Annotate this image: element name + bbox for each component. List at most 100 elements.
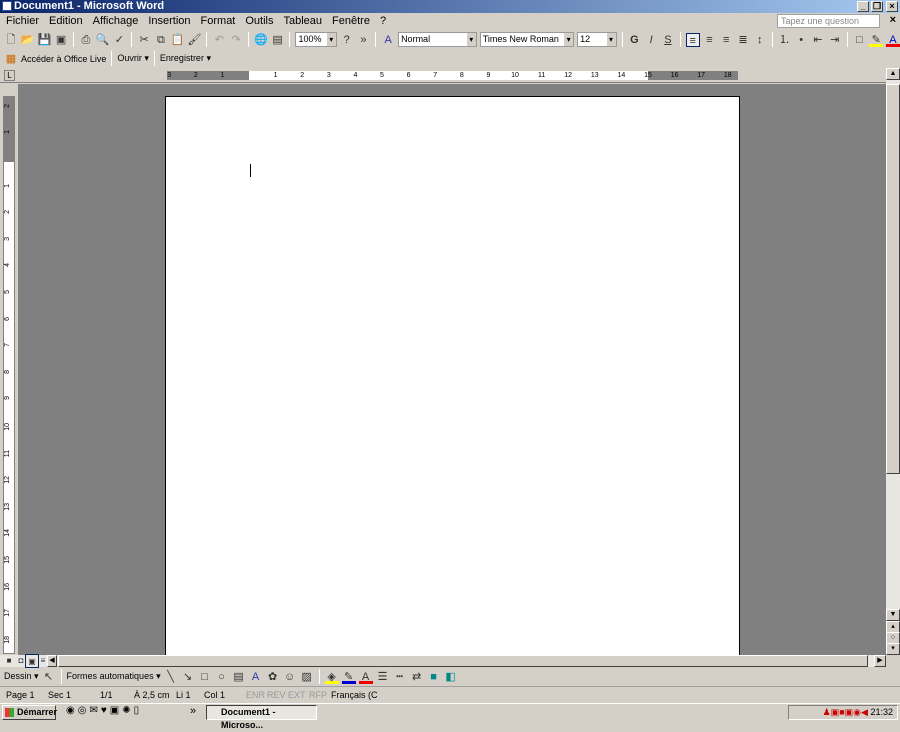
menu-outils[interactable]: Outils bbox=[245, 13, 273, 30]
arrow-icon[interactable]: ↘ bbox=[181, 670, 195, 684]
next-page-button[interactable]: ▾ bbox=[886, 643, 900, 655]
show-more-icon[interactable]: » bbox=[190, 705, 196, 717]
taskbar-word-document[interactable]: Document1 - Microso... bbox=[206, 705, 317, 730]
format-painter-icon[interactable]: 🖌 bbox=[188, 33, 202, 47]
horizontal-ruler[interactable]: L 3 2 1 1 2 3 4 5 6 7 8 9 10 11 12 13 14 15 16 17 18 bbox=[0, 68, 886, 83]
table-icon[interactable]: ▤ bbox=[271, 33, 285, 47]
align-right-icon[interactable]: ≡ bbox=[719, 33, 733, 47]
font-color-icon[interactable]: A bbox=[886, 33, 900, 47]
vertical-scrollbar[interactable]: ▲ ▼ ▴ ○ ▾ bbox=[886, 68, 900, 655]
scroll-right-button[interactable]: ▶ bbox=[874, 655, 886, 667]
minimize-button[interactable]: _ bbox=[857, 1, 869, 12]
spelling-icon[interactable]: ✓ bbox=[113, 33, 127, 47]
permission-icon[interactable]: ▣ bbox=[54, 33, 68, 47]
save-icon[interactable]: 💾 bbox=[38, 33, 52, 47]
close-document-button[interactable]: × bbox=[890, 14, 896, 26]
status-position: À 2,5 cm bbox=[134, 689, 170, 700]
menu-insertion[interactable]: Insertion bbox=[148, 13, 190, 30]
menu-fenetre[interactable]: Fenêtre bbox=[332, 13, 370, 30]
status-ext[interactable]: EXT bbox=[288, 690, 309, 700]
font-combo[interactable]: Times New Roman bbox=[479, 32, 575, 47]
numbering-icon[interactable]: ⒈ bbox=[778, 33, 792, 47]
menu-affichage[interactable]: Affichage bbox=[93, 13, 139, 30]
3d-icon[interactable]: ◧ bbox=[444, 670, 458, 684]
open-icon[interactable]: 📂 bbox=[21, 33, 35, 47]
autoshapes-button[interactable]: Formes automatiques ▾ bbox=[67, 671, 161, 682]
new-icon[interactable]: 🗋 bbox=[4, 33, 18, 47]
status-rev[interactable]: REV bbox=[267, 690, 288, 700]
align-left-icon[interactable]: ≡ bbox=[685, 32, 700, 47]
zoom-combo[interactable]: 100% bbox=[295, 32, 337, 47]
vertical-ruler[interactable]: 2 1 1 2 3 4 5 6 7 8 9 10 11 12 13 14 15 16 17 18 bbox=[3, 96, 15, 654]
draw-menu-button[interactable]: Dessin ▾ bbox=[4, 671, 39, 682]
underline-button[interactable]: S bbox=[661, 33, 675, 47]
fill-color-icon[interactable]: ◈ bbox=[324, 670, 339, 684]
bold-button[interactable]: G bbox=[628, 33, 642, 47]
document-page[interactable] bbox=[165, 96, 740, 655]
restore-button[interactable]: ❐ bbox=[871, 1, 883, 12]
more-buttons-icon[interactable]: » bbox=[357, 33, 371, 47]
dash-style-icon[interactable]: ┅ bbox=[393, 670, 407, 684]
style-combo[interactable]: Normal bbox=[398, 32, 477, 47]
font-color-draw-icon[interactable]: A bbox=[358, 670, 373, 684]
paste-icon[interactable]: 📋 bbox=[171, 33, 185, 47]
shadow-icon[interactable]: ■ bbox=[427, 670, 441, 684]
line-color-icon[interactable]: ✎ bbox=[341, 670, 356, 684]
quick-launch[interactable]: ◉◎✉♥▣✺▯ bbox=[66, 705, 142, 716]
office-live-access-button[interactable]: Accéder à Office Live bbox=[21, 54, 106, 64]
increase-indent-icon[interactable]: ⇥ bbox=[828, 33, 842, 47]
line-icon[interactable]: ╲ bbox=[164, 670, 178, 684]
redo-icon[interactable]: ↷ bbox=[229, 33, 243, 47]
border-icon[interactable]: □ bbox=[853, 33, 867, 47]
font-size-combo[interactable]: 12 bbox=[577, 32, 617, 47]
ruler-number: 17 bbox=[697, 72, 706, 79]
undo-icon[interactable]: ↶ bbox=[212, 33, 226, 47]
ask-question-input[interactable]: Tapez une question bbox=[777, 14, 880, 28]
line-spacing-icon[interactable]: ↕ bbox=[753, 33, 767, 47]
menu-format[interactable]: Format bbox=[201, 13, 236, 30]
start-button[interactable]: Démarrer bbox=[2, 705, 57, 720]
horizontal-scrollbar[interactable]: ■ ◘ ▣ ≡ ◀ ▶ bbox=[0, 654, 886, 668]
menu-edition[interactable]: Edition bbox=[49, 13, 83, 30]
horizontal-scroll-thumb[interactable] bbox=[58, 655, 868, 667]
diagram-icon[interactable]: ✿ bbox=[266, 670, 280, 684]
arrow-style-icon[interactable]: ⇄ bbox=[410, 670, 424, 684]
ruler-number: 3 bbox=[167, 72, 172, 79]
textbox-icon[interactable]: ▤ bbox=[232, 670, 246, 684]
status-rfp[interactable]: RFP bbox=[309, 690, 331, 700]
hyperlink-icon[interactable]: 🌐 bbox=[254, 33, 268, 47]
rectangle-icon[interactable]: □ bbox=[198, 670, 212, 684]
line-style-icon[interactable]: ☰ bbox=[376, 670, 390, 684]
highlight-icon[interactable]: ✎ bbox=[869, 33, 884, 47]
decrease-indent-icon[interactable]: ⇤ bbox=[811, 33, 825, 47]
menu-tableau[interactable]: Tableau bbox=[284, 13, 323, 30]
scroll-down-button[interactable]: ▼ bbox=[886, 609, 900, 621]
print-preview-icon[interactable]: 🔍 bbox=[96, 33, 110, 47]
clipart-icon[interactable]: ☺ bbox=[283, 670, 297, 684]
scroll-thumb[interactable] bbox=[886, 84, 900, 474]
quick-launch-icon[interactable]: ◉◎✉♥▣✺▯ bbox=[66, 705, 142, 716]
menu-fichier[interactable]: Fichier bbox=[6, 13, 39, 30]
open-menu-button[interactable]: Ouvrir ▾ bbox=[117, 53, 149, 64]
cut-icon[interactable]: ✂ bbox=[137, 33, 151, 47]
select-objects-icon[interactable]: ↖ bbox=[42, 670, 56, 684]
copy-icon[interactable]: ⧉ bbox=[154, 33, 168, 47]
menu-help[interactable]: ? bbox=[380, 13, 386, 30]
bullets-icon[interactable]: • bbox=[794, 33, 808, 47]
scroll-up-button[interactable]: ▲ bbox=[886, 68, 900, 80]
help-icon[interactable]: ? bbox=[340, 33, 354, 47]
oval-icon[interactable]: ○ bbox=[215, 670, 229, 684]
print-icon[interactable]: ⎙ bbox=[79, 33, 93, 47]
status-enr[interactable]: ENR bbox=[246, 690, 267, 700]
tab-selector[interactable]: L bbox=[4, 70, 15, 81]
wordart-icon[interactable]: A bbox=[249, 670, 263, 684]
align-center-icon[interactable]: ≡ bbox=[703, 33, 717, 47]
justify-icon[interactable]: ≣ bbox=[736, 33, 750, 47]
tray-icons[interactable]: ♟▣■▣◉◀ bbox=[823, 707, 871, 717]
italic-button[interactable]: I bbox=[644, 33, 658, 47]
picture-icon[interactable]: ▨ bbox=[300, 670, 314, 684]
styles-icon[interactable]: A bbox=[381, 33, 395, 47]
close-button[interactable]: × bbox=[886, 1, 898, 12]
scroll-left-button[interactable]: ◀ bbox=[47, 655, 57, 667]
save-menu-button[interactable]: Enregistrer ▾ bbox=[160, 53, 211, 64]
